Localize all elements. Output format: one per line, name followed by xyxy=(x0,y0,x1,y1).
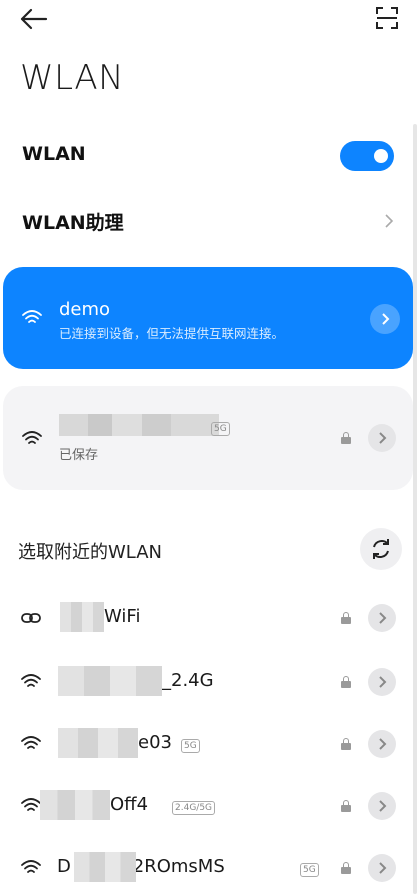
network-ssid: e03 xyxy=(138,732,172,753)
network-detail-button[interactable] xyxy=(368,604,396,632)
band-badge: 5G xyxy=(181,739,200,753)
chevron-right-icon xyxy=(382,313,390,325)
network-row[interactable]: _2.4G xyxy=(0,656,420,708)
redacted-ssid xyxy=(59,414,219,436)
network-row[interactable]: e03 5G xyxy=(0,718,420,770)
redacted-ssid xyxy=(60,602,104,632)
connected-ssid: demo xyxy=(59,299,111,320)
band-badge: 2.4G/5G xyxy=(172,801,216,815)
connected-status: 已连接到设备，但无法提供互联网连接。 xyxy=(59,326,285,341)
lock-icon xyxy=(341,862,351,874)
wlan-toggle-label: WLAN xyxy=(22,143,86,165)
wlan-toggle[interactable] xyxy=(340,141,394,171)
redacted-ssid xyxy=(58,728,138,758)
back-arrow-icon[interactable] xyxy=(18,6,50,32)
redacted-ssid xyxy=(40,790,110,820)
wifi-signal-icon xyxy=(22,431,42,444)
network-detail-button[interactable] xyxy=(368,668,396,696)
wlan-assistant-label[interactable]: WLAN助理 xyxy=(22,208,124,235)
chevron-right-icon xyxy=(379,738,387,750)
wifi-signal-icon xyxy=(21,798,41,811)
network-ssid: _2.4G xyxy=(162,670,214,691)
chevron-right-icon xyxy=(379,612,387,624)
lock-icon xyxy=(341,738,351,750)
network-detail-button[interactable] xyxy=(368,424,396,452)
lock-icon xyxy=(341,432,351,444)
wifi-signal-icon xyxy=(21,736,41,749)
network-detail-button[interactable] xyxy=(368,730,396,758)
page-title: WLAN xyxy=(20,58,125,98)
network-detail-button[interactable] xyxy=(370,304,400,334)
top-bar xyxy=(0,0,420,40)
redacted-ssid xyxy=(74,852,136,882)
connected-network-card[interactable]: demo 已连接到设备，但无法提供互联网连接。 xyxy=(3,267,413,369)
network-detail-button[interactable] xyxy=(368,854,396,882)
scan-icon[interactable] xyxy=(375,6,399,30)
wifi-signal-icon xyxy=(21,860,41,873)
network-ssid: Off4 xyxy=(110,794,149,815)
wifi-signal-icon xyxy=(21,674,41,687)
network-ssid: WiFi xyxy=(104,606,141,627)
link-icon xyxy=(21,613,41,623)
network-row[interactable]: Off4 2.4G/5G xyxy=(0,780,420,832)
chevron-right-icon xyxy=(379,862,387,874)
network-detail-button[interactable] xyxy=(368,792,396,820)
chevron-right-icon xyxy=(379,432,387,444)
band-badge: 5G xyxy=(211,422,230,436)
saved-status: 已保存 xyxy=(59,448,99,463)
wifi-signal-icon xyxy=(22,310,42,323)
network-row[interactable]: D RKD…2ROmsMS 5G xyxy=(0,842,420,894)
lock-icon xyxy=(341,612,351,624)
network-row[interactable]: WiFi xyxy=(0,592,420,644)
refresh-icon xyxy=(373,539,389,559)
refresh-button[interactable] xyxy=(360,528,402,570)
chevron-right-icon xyxy=(379,800,387,812)
chevron-right-icon xyxy=(379,676,387,688)
saved-network-card[interactable]: 5G 已保存 xyxy=(3,386,413,490)
scrollbar[interactable] xyxy=(413,124,417,894)
redacted-ssid xyxy=(58,666,162,696)
chevron-right-icon[interactable] xyxy=(382,211,396,231)
lock-icon xyxy=(341,676,351,688)
nearby-networks-title: 选取附近的WLAN xyxy=(18,542,163,563)
band-badge: 5G xyxy=(300,863,319,877)
lock-icon xyxy=(341,800,351,812)
toggle-knob xyxy=(374,149,388,163)
